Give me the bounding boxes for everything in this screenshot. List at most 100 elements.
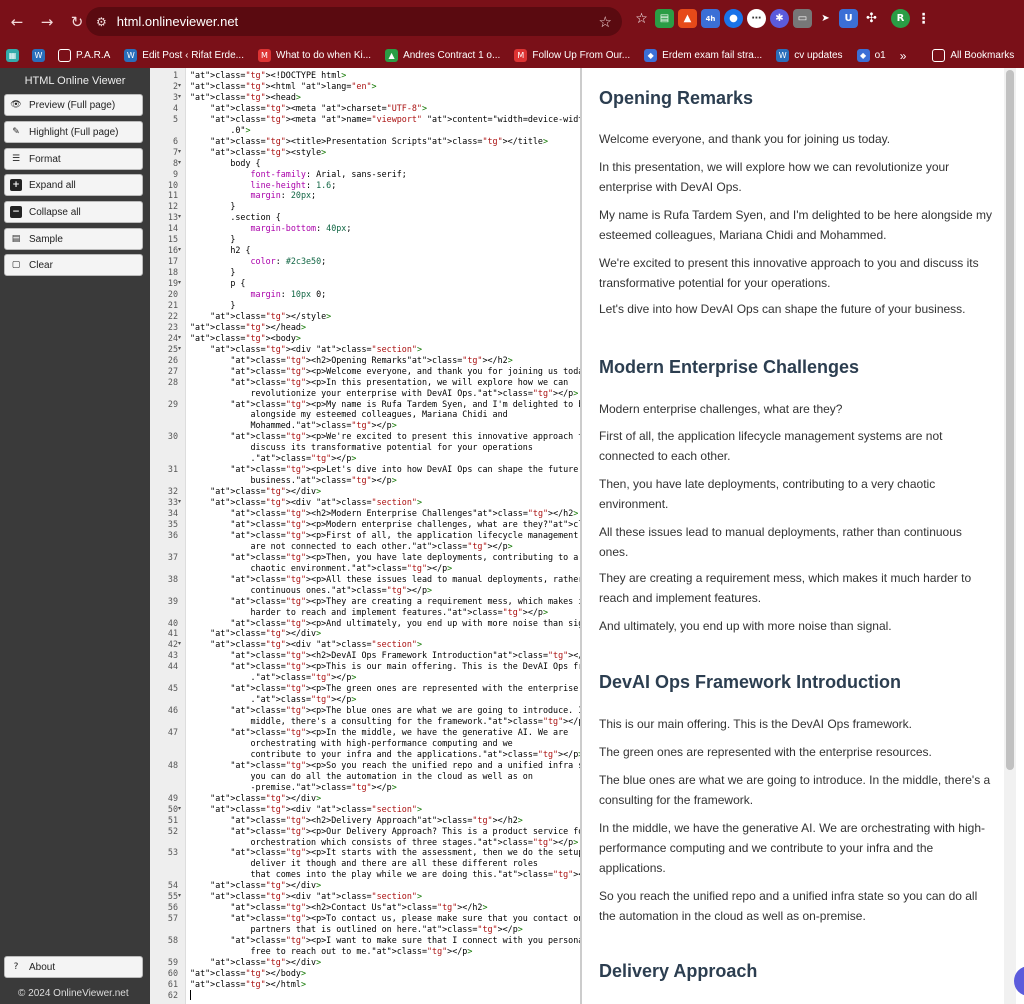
- code-line[interactable]: middle, there's a consulting for the fra…: [190, 716, 581, 726]
- preview-scrollbar[interactable]: [1004, 68, 1016, 1004]
- code-line[interactable]: "at">class="tg"><p>Modern enterprise cha…: [190, 519, 580, 529]
- code-line[interactable]: "at">class="tg"><div "at">class="section…: [190, 344, 422, 354]
- code-line[interactable]: "at">class="tg"><p>This is our main offe…: [190, 661, 580, 671]
- sheets-extension-icon[interactable]: ▤: [655, 9, 674, 28]
- code-line[interactable]: "at">class="tg"><div "at">class="section…: [190, 804, 422, 814]
- code-line[interactable]: "at">class="tg"><p>Then, you have late d…: [190, 552, 580, 562]
- apps-icon[interactable]: ▦: [6, 49, 24, 62]
- code-line[interactable]: "at">class="tg"><h2>Opening Remarks"at">…: [190, 355, 512, 365]
- fold-toggle-icon[interactable]: ▾: [178, 92, 181, 102]
- cursor-extension-icon[interactable]: ➤: [816, 9, 835, 28]
- code-line[interactable]: chaotic environment."at">class="tg"></p>: [190, 563, 453, 573]
- bookmark-item[interactable]: M What to do when Ki...: [258, 49, 371, 62]
- code-line[interactable]: "at">class="tg"><p>All these issues lead…: [190, 574, 580, 584]
- highlight-full-page-button[interactable]: ✎ Highlight (Full page): [4, 121, 143, 143]
- calendar-extension-icon[interactable]: 4h: [701, 9, 720, 28]
- code-line[interactable]: "at">class="tg"><html "at">lang="en">: [190, 81, 377, 91]
- bookmarks-more-button[interactable]: »: [900, 49, 907, 63]
- code-line[interactable]: body {: [190, 158, 260, 168]
- code-line[interactable]: color: #2c3e50;: [190, 256, 327, 266]
- code-line[interactable]: are not connected to each other."at">cla…: [190, 541, 513, 551]
- code-line[interactable]: margin: 20px;: [190, 190, 317, 200]
- code-line[interactable]: "at">class="tg"><head>: [190, 92, 301, 102]
- wordpress-icon[interactable]: W: [32, 49, 50, 62]
- code-line[interactable]: ."at">class="tg"></p>: [190, 694, 357, 704]
- bookmark-item[interactable]: W Edit Post ‹ Rifat Erde...: [124, 49, 244, 62]
- screen-extension-icon[interactable]: ▭: [793, 9, 812, 28]
- fold-toggle-icon[interactable]: ▾: [178, 804, 181, 814]
- code-line[interactable]: }: [190, 300, 235, 310]
- code-line[interactable]: alongside my esteemed colleagues, Marian…: [190, 409, 508, 419]
- code-line[interactable]: Mohammed."at">class="tg"></p>: [190, 420, 397, 430]
- star-icon[interactable]: ☆: [632, 9, 651, 28]
- code-line[interactable]: "at">class="tg"><p>I want to make sure t…: [190, 935, 580, 945]
- more-extension-icon[interactable]: ⋯: [747, 9, 766, 28]
- all-bookmarks-button[interactable]: All Bookmarks: [932, 49, 1014, 62]
- code-line[interactable]: "at">class="tg"><p>Our Delivery Approach…: [190, 826, 580, 836]
- code-line[interactable]: deliver it though and there are all thes…: [190, 858, 538, 868]
- code-line[interactable]: "at">class="tg"><style>: [190, 147, 326, 157]
- code-line[interactable]: "at">class="tg"></div>: [190, 880, 321, 890]
- code-line[interactable]: harder to reach and implement features."…: [190, 607, 549, 617]
- fold-toggle-icon[interactable]: ▾: [178, 891, 181, 901]
- bookmark-item[interactable]: ◆ Erdem exam fail stra...: [644, 49, 762, 62]
- fold-toggle-icon[interactable]: ▾: [178, 158, 181, 168]
- code-line[interactable]: "at">class="tg"><p>Welcome everyone, and…: [190, 366, 580, 376]
- code-line[interactable]: ."at">class="tg"></p>: [190, 672, 357, 682]
- code-line[interactable]: contribute to your infra and the applica…: [190, 749, 581, 759]
- preview-full-page-button[interactable]: 👁 Preview (Full page): [4, 94, 143, 116]
- code-line[interactable]: "at">class="tg"></div>: [190, 628, 321, 638]
- code-line[interactable]: "at">class="tg"><p>In the middle, we hav…: [190, 727, 568, 737]
- code-line[interactable]: "at">class="tg"></body>: [190, 968, 306, 978]
- code-line[interactable]: ."at">class="tg"></p>: [190, 453, 357, 463]
- sample-button[interactable]: ▤ Sample: [4, 228, 143, 250]
- code-line[interactable]: margin: 10px 0;: [190, 289, 327, 299]
- code-line[interactable]: "at">class="tg"></div>: [190, 957, 321, 967]
- bookmark-item[interactable]: P.A.R.A: [58, 49, 110, 62]
- bookmark-item[interactable]: ◆ o1: [856, 49, 886, 62]
- code-line[interactable]: revolutionize your enterprise with DevAI…: [190, 388, 579, 398]
- about-button[interactable]: ? About: [4, 956, 143, 978]
- code-line[interactable]: "at">class="tg"><h2>Delivery Approach"at…: [190, 815, 522, 825]
- bookmark-item[interactable]: M Follow Up From Our...: [514, 49, 630, 62]
- code-line[interactable]: "at">class="tg"></div>: [190, 793, 321, 803]
- fold-toggle-icon[interactable]: ▾: [178, 147, 181, 157]
- photos-extension-icon[interactable]: ▲: [678, 9, 697, 28]
- code-line[interactable]: margin-bottom: 40px;: [190, 223, 352, 233]
- code-line[interactable]: continuous ones."at">class="tg"></p>: [190, 585, 433, 595]
- preview-pane[interactable]: Opening Remarks Welcome everyone, and tha…: [584, 68, 1024, 1004]
- code-line[interactable]: "at">class="tg"><p>So you reach the unif…: [190, 760, 580, 770]
- code-line[interactable]: "at">class="tg"><meta "at">charset="UTF-…: [190, 103, 427, 113]
- puzzle-icon[interactable]: ✣: [862, 9, 881, 28]
- clear-button[interactable]: ▢ Clear: [4, 254, 143, 276]
- code-line[interactable]: "at">class="tg"><body>: [190, 333, 301, 343]
- code-line[interactable]: "at">class="tg"><!DOCTYPE html>: [190, 70, 346, 80]
- menu-icon[interactable]: ⋮: [914, 9, 933, 28]
- code-line[interactable]: that comes into the play while we are do…: [190, 869, 581, 879]
- fold-toggle-icon[interactable]: ▾: [178, 245, 181, 255]
- code-line[interactable]: "at">class="tg"><p>They are creating a r…: [190, 596, 580, 606]
- code-line[interactable]: .0">: [190, 125, 250, 135]
- code-line[interactable]: business."at">class="tg"></p>: [190, 475, 397, 485]
- fold-toggle-icon[interactable]: ▾: [178, 497, 181, 507]
- fold-toggle-icon[interactable]: ▾: [178, 344, 181, 354]
- code-line[interactable]: "at">class="tg"></html>: [190, 979, 306, 989]
- code-line[interactable]: "at">class="tg"><h2>DevAI Ops Framework …: [190, 650, 580, 660]
- code-line[interactable]: "at">class="tg"><title>Presentation Scri…: [190, 136, 548, 146]
- format-button[interactable]: ☰ Format: [4, 148, 143, 170]
- code-line[interactable]: "at">class="tg"><p>It starts with the as…: [190, 847, 580, 857]
- code-line[interactable]: "at">class="tg"><h2>Modern Enterprise Ch…: [190, 508, 578, 518]
- code-line[interactable]: "at">class="tg"><h2>Contact Us"at">class…: [190, 902, 487, 912]
- code-line[interactable]: }: [190, 267, 235, 277]
- expand-all-button[interactable]: + Expand all: [4, 174, 143, 196]
- code-line[interactable]: "at">class="tg"><p>In this presentation,…: [190, 377, 568, 387]
- forward-icon[interactable]: →: [34, 9, 60, 35]
- code-line[interactable]: "at">class="tg"></head>: [190, 322, 306, 332]
- code-line[interactable]: }: [190, 234, 235, 244]
- scrollbar-thumb[interactable]: [1006, 70, 1014, 770]
- site-info-icon[interactable]: ⚙: [96, 15, 107, 29]
- code-line[interactable]: "at">class="tg"><div "at">class="section…: [190, 639, 422, 649]
- code-line[interactable]: "at">class="tg"><p>Let's dive into how D…: [190, 464, 580, 474]
- code-line[interactable]: free to reach out to me."at">class="tg">…: [190, 946, 473, 956]
- bookmark-item[interactable]: Wcv updates: [776, 49, 843, 62]
